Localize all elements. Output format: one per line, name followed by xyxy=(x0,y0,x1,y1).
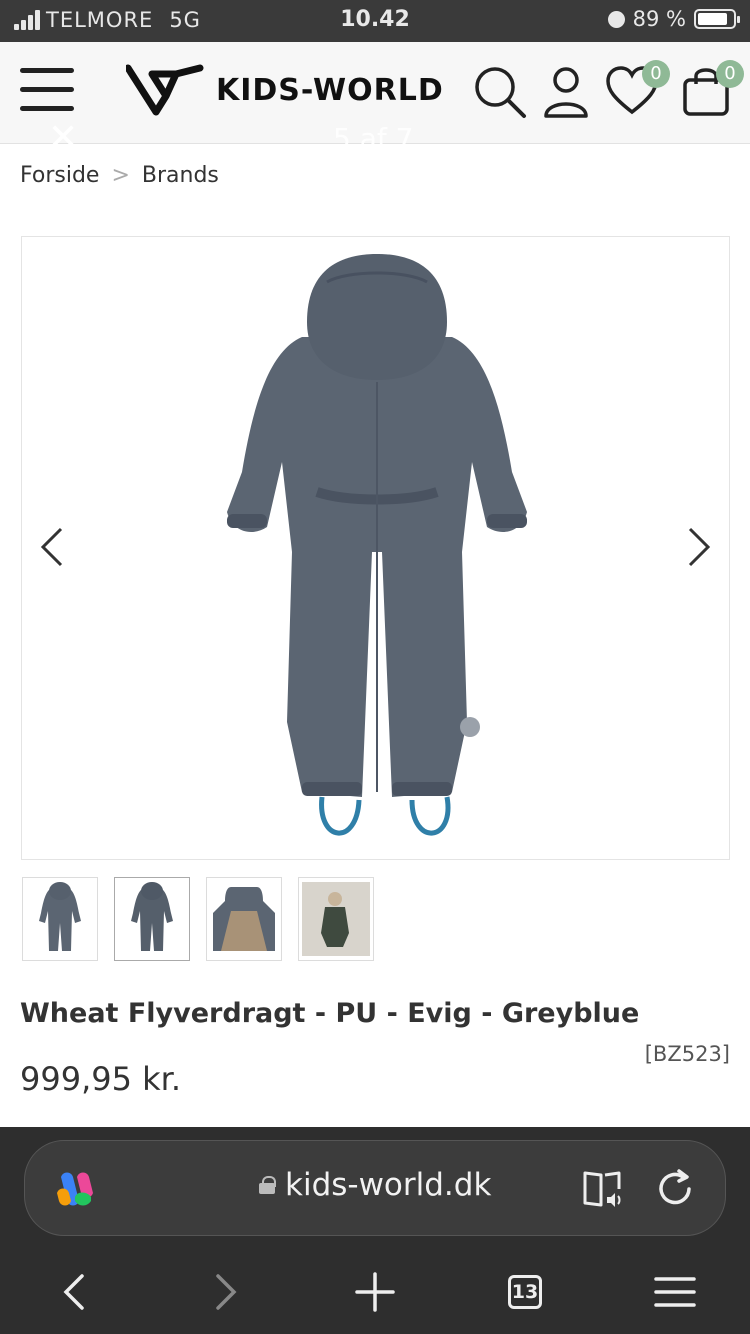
site-logo[interactable]: KIDS-WORLD xyxy=(126,62,444,118)
copilot-icon[interactable] xyxy=(53,1167,97,1211)
menu-icon[interactable] xyxy=(20,68,74,114)
forward-icon[interactable] xyxy=(201,1267,251,1317)
cart-icon[interactable]: 0 xyxy=(680,60,744,120)
status-bar: TELMORE 5G 10.42 89 % xyxy=(0,0,750,42)
search-icon[interactable] xyxy=(472,64,528,120)
reload-icon[interactable] xyxy=(653,1167,697,1211)
logo-text: KIDS-WORLD xyxy=(216,72,444,108)
chevron-right-icon[interactable] xyxy=(684,527,714,567)
url-display[interactable]: kids-world.dk xyxy=(259,1167,491,1203)
breadcrumb: Forside > Brands xyxy=(20,163,219,188)
wishlist-icon[interactable]: 0 xyxy=(606,60,670,120)
lock-icon xyxy=(259,1176,276,1194)
tabs-button[interactable]: 13 xyxy=(500,1267,550,1317)
product-title: Wheat Flyverdragt - PU - Evig - Greyblue xyxy=(20,998,640,1029)
close-icon[interactable]: ✕ xyxy=(48,118,78,158)
product-image xyxy=(227,254,527,836)
reader-mode-icon[interactable] xyxy=(581,1167,625,1211)
breadcrumb-brands[interactable]: Brands xyxy=(142,163,219,188)
product-gallery[interactable] xyxy=(21,236,730,860)
back-icon[interactable] xyxy=(49,1267,99,1317)
product-price: 999,95 kr. xyxy=(20,1060,182,1098)
alarm-icon xyxy=(607,10,625,28)
gallery-counter: 5 af 7 xyxy=(333,122,414,155)
account-icon[interactable] xyxy=(540,64,596,120)
thumbnail-4[interactable] xyxy=(298,877,374,961)
browser-menu-icon[interactable] xyxy=(650,1267,700,1317)
wishlist-count-badge: 0 xyxy=(642,60,670,88)
url-text: kids-world.dk xyxy=(285,1167,492,1203)
battery-icon xyxy=(694,9,740,29)
breadcrumb-home[interactable]: Forside xyxy=(20,163,99,188)
thumbnail-1[interactable] xyxy=(22,877,98,961)
browser-toolbar: kids-world.dk 13 xyxy=(0,1127,750,1334)
battery-percent: 89 % xyxy=(632,7,686,31)
cart-count-badge: 0 xyxy=(716,60,744,88)
site-header: KIDS-WORLD 0 0 ✕ 5 af 7 xyxy=(0,42,750,158)
thumbnail-strip xyxy=(22,877,374,961)
product-sku: [BZ523] xyxy=(644,1042,730,1066)
chevron-left-icon[interactable] xyxy=(37,527,67,567)
address-bar[interactable]: kids-world.dk xyxy=(24,1140,726,1236)
browser-nav-row: 13 xyxy=(0,1267,750,1317)
logo-icon xyxy=(126,64,204,116)
chevron-right-icon: > xyxy=(111,163,130,188)
thumbnail-2[interactable] xyxy=(114,877,190,961)
new-tab-icon[interactable] xyxy=(350,1267,400,1317)
thumbnail-3[interactable] xyxy=(206,877,282,961)
status-right: 89 % xyxy=(607,7,740,31)
tab-count: 13 xyxy=(508,1275,542,1309)
